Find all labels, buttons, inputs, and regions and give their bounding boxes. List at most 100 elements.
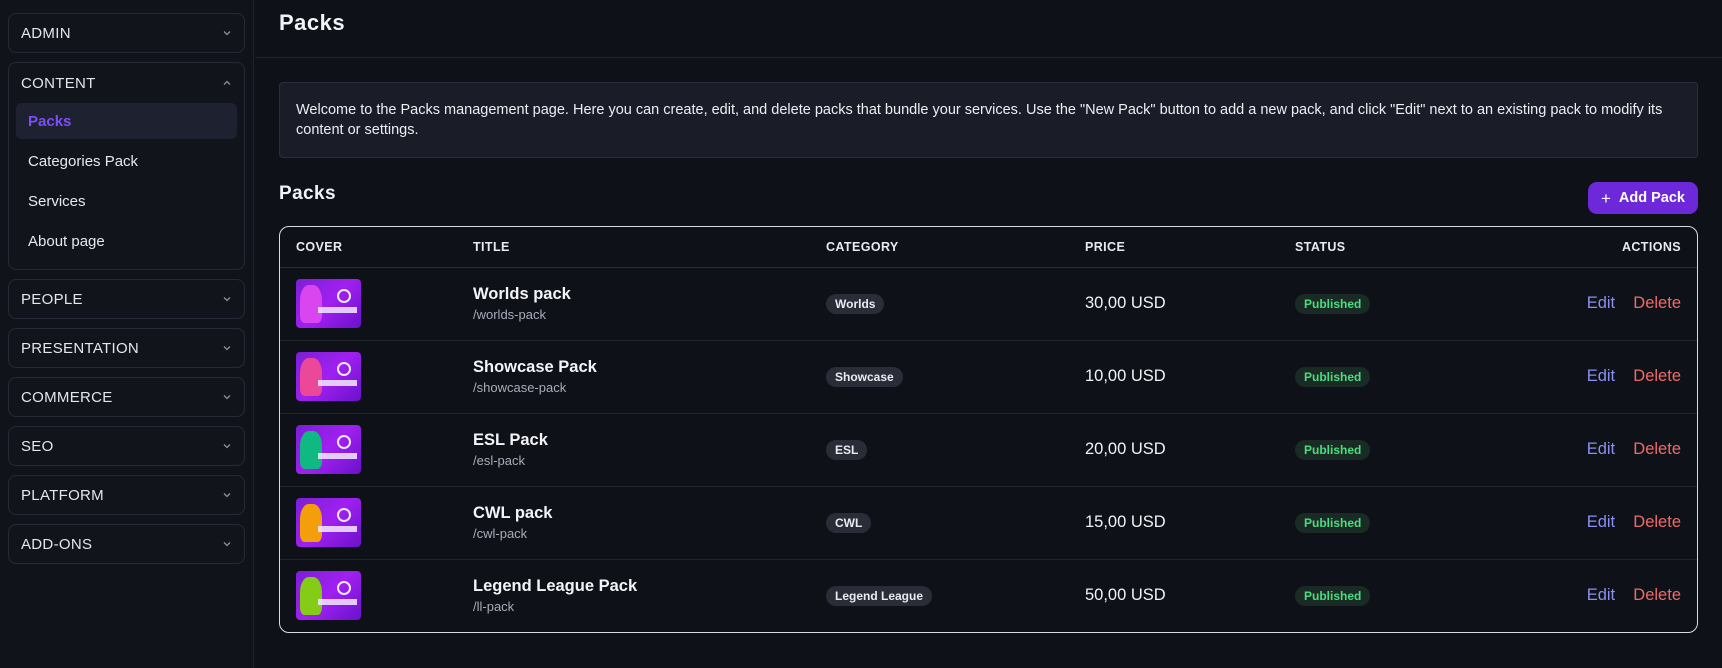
table-row: Legend League Pack /ll-pack Legend Leagu… <box>280 559 1697 632</box>
pack-slug: /esl-pack <box>473 453 526 468</box>
cover-figure <box>300 285 322 323</box>
cover-emblem-icon <box>337 435 351 449</box>
nav-group-label: PEOPLE <box>21 290 83 308</box>
category-badge: Legend League <box>826 585 933 606</box>
pack-price: 20,00 USD <box>1085 440 1166 458</box>
add-pack-button[interactable]: + Add Pack <box>1587 182 1698 214</box>
sidebar-item-categories-pack[interactable]: Categories Pack <box>16 143 237 179</box>
chevron-up-icon <box>223 80 231 85</box>
edit-button[interactable]: Edit <box>1587 294 1615 312</box>
category-badge: Showcase <box>826 366 903 387</box>
nav-group-presentation: PRESENTATION <box>8 328 245 368</box>
price-cell: 30,00 USD <box>1069 267 1279 341</box>
delete-button[interactable]: Delete <box>1633 440 1681 458</box>
table-row: Showcase Pack /showcase-pack Showcase 10… <box>280 340 1697 414</box>
delete-button[interactable]: Delete <box>1633 367 1681 385</box>
price-cell: 50,00 USD <box>1069 559 1279 632</box>
cover-banner <box>318 307 357 313</box>
nav-group-header-admin[interactable]: ADMIN <box>9 14 244 52</box>
status-badge: Published <box>1295 366 1371 387</box>
column-header-price: PRICE <box>1069 227 1279 268</box>
nav-group-admin: ADMIN <box>8 13 245 53</box>
pack-title[interactable]: Worlds pack <box>473 285 794 304</box>
table-header-row: COVER TITLE CATEGORY PRICE STATUS ACTION… <box>280 227 1697 268</box>
cover-banner <box>318 526 357 532</box>
nav-group-header-seo[interactable]: SEO <box>9 427 244 465</box>
nav-group-header-platform[interactable]: PLATFORM <box>9 476 244 514</box>
title-cell: Legend League Pack /ll-pack <box>457 559 810 632</box>
nav-group-people: PEOPLE <box>8 279 245 319</box>
page-title: Packs <box>279 9 346 35</box>
delete-button[interactable]: Delete <box>1633 513 1681 531</box>
cover-banner <box>318 453 357 459</box>
cover-banner <box>318 380 357 386</box>
nav-group-label: ADD-ONS <box>21 535 93 553</box>
actions-cell: Edit Delete <box>1479 486 1697 560</box>
pack-slug: /cwl-pack <box>473 526 528 541</box>
pack-price: 10,00 USD <box>1085 367 1166 385</box>
cover-figure <box>300 431 322 469</box>
nav-group-add-ons: ADD-ONS <box>8 524 245 564</box>
nav-group-content: CONTENT Packs Categories Pack Services A… <box>8 62 245 270</box>
cover-cell <box>280 267 457 341</box>
cover-banner <box>318 599 357 606</box>
sidebar-item-about-page[interactable]: About page <box>16 223 237 259</box>
cover-figure <box>300 504 322 542</box>
nav-group-header-add-ons[interactable]: ADD-ONS <box>9 525 244 563</box>
status-cell: Published <box>1279 340 1479 414</box>
status-badge: Published <box>1295 512 1371 533</box>
sidebar-item-packs[interactable]: Packs <box>16 103 237 139</box>
status-cell: Published <box>1279 559 1479 632</box>
chevron-down-icon <box>223 346 231 351</box>
title-cell: Worlds pack /worlds-pack <box>457 267 810 341</box>
pack-price: 50,00 USD <box>1085 586 1166 605</box>
nav-group-label: PRESENTATION <box>21 339 140 357</box>
chevron-down-icon <box>223 31 231 36</box>
title-cell: ESL Pack /esl-pack <box>457 413 810 487</box>
delete-button[interactable]: Delete <box>1633 294 1681 312</box>
pack-title[interactable]: ESL Pack <box>473 431 794 450</box>
delete-button[interactable]: Delete <box>1633 586 1681 604</box>
section-header: Packs + Add Pack <box>279 182 1698 214</box>
column-header-cover: COVER <box>280 227 457 268</box>
cover-image <box>296 425 361 474</box>
cover-image <box>296 279 361 328</box>
status-badge: Published <box>1295 585 1371 606</box>
edit-button[interactable]: Edit <box>1587 513 1615 531</box>
pack-title[interactable]: Legend League Pack <box>473 577 794 596</box>
pack-slug: /ll-pack <box>473 599 515 615</box>
cover-cell <box>280 559 457 632</box>
category-badge: ESL <box>826 439 868 460</box>
category-cell: Worlds <box>810 267 1069 341</box>
price-cell: 20,00 USD <box>1069 413 1279 487</box>
column-header-status: STATUS <box>1279 227 1479 268</box>
title-cell: Showcase Pack /showcase-pack <box>457 340 810 414</box>
edit-button[interactable]: Edit <box>1587 440 1615 458</box>
pack-slug: /showcase-pack <box>473 380 567 395</box>
chevron-down-icon <box>223 297 231 302</box>
pack-title[interactable]: CWL pack <box>473 504 794 523</box>
status-cell: Published <box>1279 486 1479 560</box>
nav-group-seo: SEO <box>8 426 245 466</box>
pack-title[interactable]: Showcase Pack <box>473 358 794 377</box>
plus-icon: + <box>1600 188 1611 208</box>
pack-price: 15,00 USD <box>1085 513 1166 531</box>
status-badge: Published <box>1295 293 1371 314</box>
chevron-down-icon <box>223 395 231 400</box>
sidebar-item-services[interactable]: Services <box>16 183 237 219</box>
cover-cell <box>280 413 457 487</box>
title-cell: CWL pack /cwl-pack <box>457 486 810 560</box>
nav-group-header-presentation[interactable]: PRESENTATION <box>9 329 244 367</box>
nav-group-header-people[interactable]: PEOPLE <box>9 280 244 318</box>
edit-button[interactable]: Edit <box>1587 586 1615 604</box>
table-row: Worlds pack /worlds-pack Worlds 30,00 US… <box>280 267 1697 341</box>
cover-image <box>296 352 361 401</box>
info-box: Welcome to the Packs management page. He… <box>279 82 1698 158</box>
edit-button[interactable]: Edit <box>1587 367 1615 385</box>
table-row: ESL Pack /esl-pack ESL 20,00 USD Publish… <box>280 413 1697 487</box>
category-badge: CWL <box>826 512 872 533</box>
nav-group-header-commerce[interactable]: COMMERCE <box>9 378 244 416</box>
cover-image <box>296 498 361 547</box>
table-row: CWL pack /cwl-pack CWL 15,00 USD Publish… <box>280 486 1697 560</box>
nav-group-header-content[interactable]: CONTENT <box>9 63 244 103</box>
